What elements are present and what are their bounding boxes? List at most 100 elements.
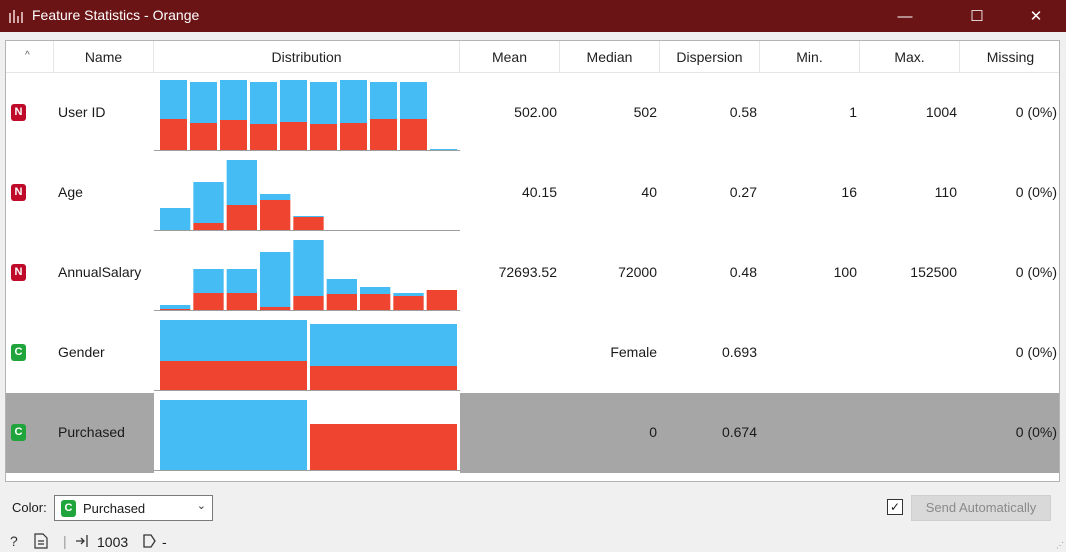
color-label: Color: — [12, 500, 47, 515]
histogram-svg — [154, 240, 460, 311]
min-value: 1 — [849, 104, 857, 120]
histogram-bar-class-1 — [400, 119, 427, 150]
table-header: ^ Name Distribution Mean Median Dispersi… — [6, 41, 1059, 73]
sort-indicator-icon: ^ — [25, 50, 30, 61]
histogram-bar-class-1 — [160, 119, 187, 150]
histogram-bar-class-0 — [160, 400, 307, 470]
histogram-bar-class-0 — [226, 269, 257, 293]
send-automatically-button[interactable]: Send Automatically — [911, 495, 1051, 521]
chevron-down-icon: ⌄ — [196, 500, 206, 512]
histogram-bar-class-0 — [430, 149, 457, 150]
orange-app-icon — [8, 8, 24, 24]
numeric-variable-icon: N — [11, 264, 26, 281]
histogram-svg — [154, 400, 460, 471]
histogram-bar-class-1 — [310, 124, 337, 150]
max-value: 110 — [934, 184, 957, 200]
missing-value: 0 (0%) — [1015, 184, 1057, 200]
feature-name: Age — [58, 184, 83, 200]
send-automatically-checkbox[interactable]: ✓ — [887, 499, 903, 515]
resize-grip-icon[interactable]: ⋰ — [1056, 541, 1064, 550]
median-value: Female — [610, 344, 657, 360]
numeric-variable-icon: N — [11, 184, 26, 201]
output-icon — [141, 533, 157, 552]
histogram-bar-class-1 — [160, 309, 191, 310]
histogram-bar-class-0 — [360, 287, 391, 294]
histogram-bar-class-1 — [326, 294, 357, 310]
histogram-bar-class-0 — [260, 252, 291, 307]
histogram-bar-class-0 — [400, 82, 427, 119]
header-dispersion[interactable]: Dispersion — [660, 41, 760, 73]
distribution-histogram — [154, 73, 460, 153]
dispersion-value: 0.27 — [729, 184, 757, 200]
histogram-bar-class-0 — [293, 240, 324, 296]
histogram-bar-class-0 — [370, 82, 397, 119]
input-icon — [74, 533, 90, 552]
histogram-bar-class-0 — [310, 82, 337, 124]
input-count: 1003 — [97, 534, 129, 550]
histogram-svg — [154, 160, 460, 231]
histogram-bar-class-0 — [190, 82, 217, 123]
color-select[interactable]: C Purchased ⌄ — [54, 495, 213, 521]
close-button[interactable]: ✕ — [1013, 0, 1059, 32]
header-median[interactable]: Median — [560, 41, 660, 73]
maximize-button[interactable]: ☐ — [954, 0, 1000, 32]
histogram-bar-class-1 — [160, 361, 307, 390]
numeric-variable-icon: N — [11, 104, 26, 121]
distribution-histogram — [154, 313, 460, 393]
histogram-bar-class-0 — [340, 80, 367, 123]
max-value: 1004 — [925, 104, 957, 120]
histogram-bar-class-1 — [370, 119, 397, 150]
histogram-bar-class-1 — [260, 307, 291, 310]
histogram-bar-class-0 — [193, 269, 224, 293]
dispersion-value: 0.693 — [721, 344, 757, 360]
header-distribution[interactable]: Distribution — [154, 41, 460, 73]
histogram-bar-class-1 — [280, 122, 307, 150]
distribution-histogram — [154, 233, 460, 313]
header-name[interactable]: Name — [54, 41, 154, 73]
median-value: 0 — [649, 424, 657, 440]
dispersion-value: 0.48 — [729, 264, 757, 280]
window-title: Feature Statistics - Orange — [32, 7, 200, 23]
histogram-bar-class-1 — [250, 124, 277, 150]
color-select-value: Purchased — [83, 501, 146, 516]
header-min[interactable]: Min. — [760, 41, 860, 73]
header-max[interactable]: Max. — [860, 41, 960, 73]
histogram-bar-class-0 — [160, 208, 191, 230]
histogram-bar-class-0 — [220, 80, 247, 120]
histogram-bar-class-0 — [160, 305, 191, 309]
feature-statistics-table[interactable]: ^ Name Distribution Mean Median Dispersi… — [5, 40, 1060, 482]
help-icon[interactable]: ? — [10, 533, 18, 549]
feature-name: Purchased — [58, 424, 125, 440]
title-bar: Feature Statistics - Orange — ☐ ✕ — [0, 0, 1066, 32]
minimize-button[interactable]: — — [882, 0, 928, 32]
table-row[interactable]: N AnnualSalary 72693.52 72000 0.48 100 1… — [6, 233, 1059, 313]
histogram-bar-class-1 — [310, 424, 457, 470]
histogram-bar-class-1 — [360, 294, 391, 310]
median-value: 502 — [633, 104, 657, 120]
feature-name: User ID — [58, 104, 106, 120]
feature-name: Gender — [58, 344, 105, 360]
separator: | — [63, 533, 67, 549]
histogram-bar-class-0 — [293, 216, 324, 217]
histogram-bar-class-0 — [160, 80, 187, 119]
header-type[interactable]: ^ — [6, 41, 54, 73]
histogram-svg — [154, 80, 460, 151]
dispersion-value: 0.674 — [721, 424, 757, 440]
histogram-bar-class-0 — [310, 324, 457, 366]
missing-value: 0 (0%) — [1015, 344, 1057, 360]
header-missing[interactable]: Missing — [960, 41, 1059, 73]
histogram-bar-class-1 — [393, 296, 424, 310]
table-row-selected[interactable]: C Purchased 0 0.674 0 (0%) — [6, 393, 1059, 473]
max-value: 152500 — [910, 264, 957, 280]
histogram-bar-class-0 — [326, 279, 357, 294]
table-row[interactable]: C Gender Female 0.693 0 (0%) — [6, 313, 1059, 393]
report-icon[interactable] — [34, 533, 48, 552]
table-row[interactable]: N Age 40.15 40 0.27 16 110 0 (0%) — [6, 153, 1059, 233]
mean-value: 40.15 — [521, 184, 557, 200]
histogram-bar-class-0 — [226, 160, 257, 205]
table-row[interactable]: N User ID 502.00 502 0.58 1 1004 0 (0%) — [6, 73, 1059, 153]
histogram-bar-class-1 — [260, 200, 291, 230]
status-bar: ? | 1003 - ⋰ — [0, 530, 1066, 552]
histogram-bar-class-0 — [160, 320, 307, 361]
header-mean[interactable]: Mean — [460, 41, 560, 73]
